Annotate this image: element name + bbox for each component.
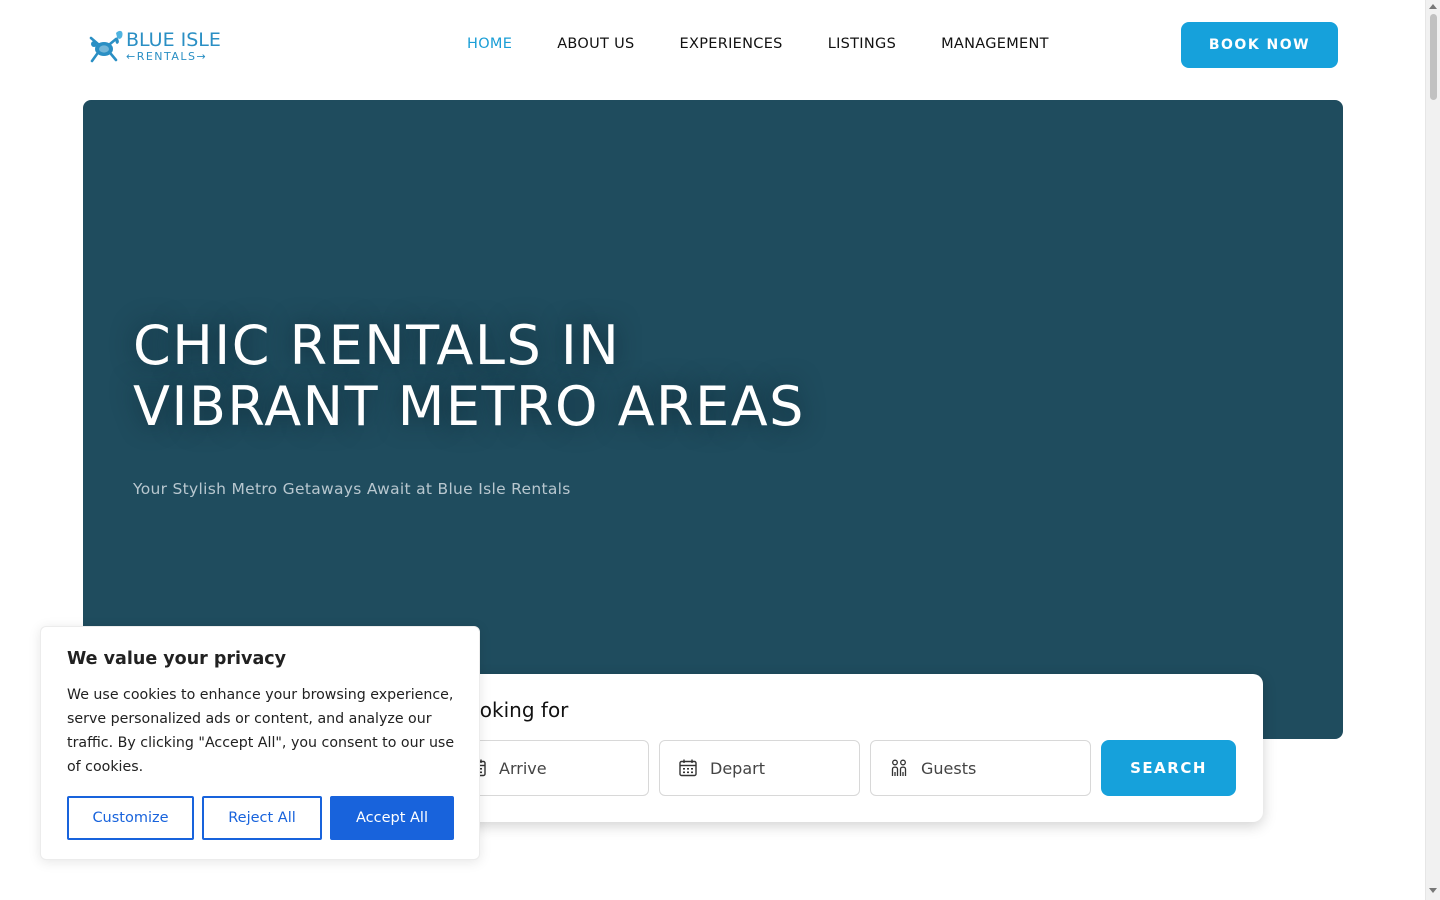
scroll-down-arrow-icon[interactable]	[1429, 888, 1437, 893]
arrive-placeholder: Arrive	[499, 758, 547, 778]
cookie-title: We value your privacy	[67, 649, 287, 669]
turtle-butterfly-logo-icon	[89, 30, 123, 63]
hero-subtitle: Your Stylish Metro Getaways Await at Blu…	[133, 480, 571, 498]
depart-field[interactable]: Depart	[659, 740, 860, 796]
depart-placeholder: Depart	[710, 758, 765, 778]
book-now-button[interactable]: BOOK NOW	[1181, 22, 1338, 68]
scroll-up-arrow-icon[interactable]	[1429, 4, 1437, 9]
logo-line2: ←RENTALS→	[126, 49, 208, 63]
nav-home[interactable]: HOME	[452, 36, 512, 52]
accept-all-button[interactable]: Accept All	[330, 796, 454, 840]
hero-title: CHIC RENTALS IN VIBRANT METRO AREAS	[133, 315, 805, 437]
logo-text: BLUE ISLE ←RENTALS→	[126, 28, 221, 63]
hero-title-line2: VIBRANT METRO AREAS	[133, 375, 805, 438]
nav-experiences[interactable]: EXPERIENCES	[665, 36, 783, 52]
reject-all-button[interactable]: Reject All	[202, 796, 322, 840]
nav-about-us[interactable]: ABOUT US	[542, 36, 634, 52]
search-card: looking for Arrive Depart Guests SEARCH	[440, 674, 1263, 822]
hero-title-line1: CHIC RENTALS IN	[133, 314, 621, 377]
nav-listings[interactable]: LISTINGS	[813, 36, 896, 52]
cookie-text: We use cookies to enhance your browsing …	[67, 687, 455, 775]
guests-placeholder: Guests	[921, 758, 977, 778]
calendar-icon	[678, 758, 698, 778]
scrollbar-thumb[interactable]	[1430, 14, 1437, 100]
logo-line1: BLUE ISLE	[126, 28, 221, 51]
page-scrollbar[interactable]	[1425, 0, 1440, 900]
cookie-consent-banner: We value your privacy We use cookies to …	[40, 626, 480, 860]
guests-icon	[889, 758, 909, 778]
customize-button[interactable]: Customize	[67, 796, 194, 840]
main-nav: HOME ABOUT US EXPERIENCES LISTINGS MANAG…	[452, 34, 1049, 54]
guests-field[interactable]: Guests	[870, 740, 1091, 796]
search-button[interactable]: SEARCH	[1101, 740, 1236, 796]
brand-logo[interactable]: BLUE ISLE ←RENTALS→	[86, 26, 226, 66]
site-header: BLUE ISLE ←RENTALS→ HOME ABOUT US EXPERI…	[0, 0, 1425, 90]
nav-management[interactable]: MANAGEMENT	[926, 36, 1049, 52]
